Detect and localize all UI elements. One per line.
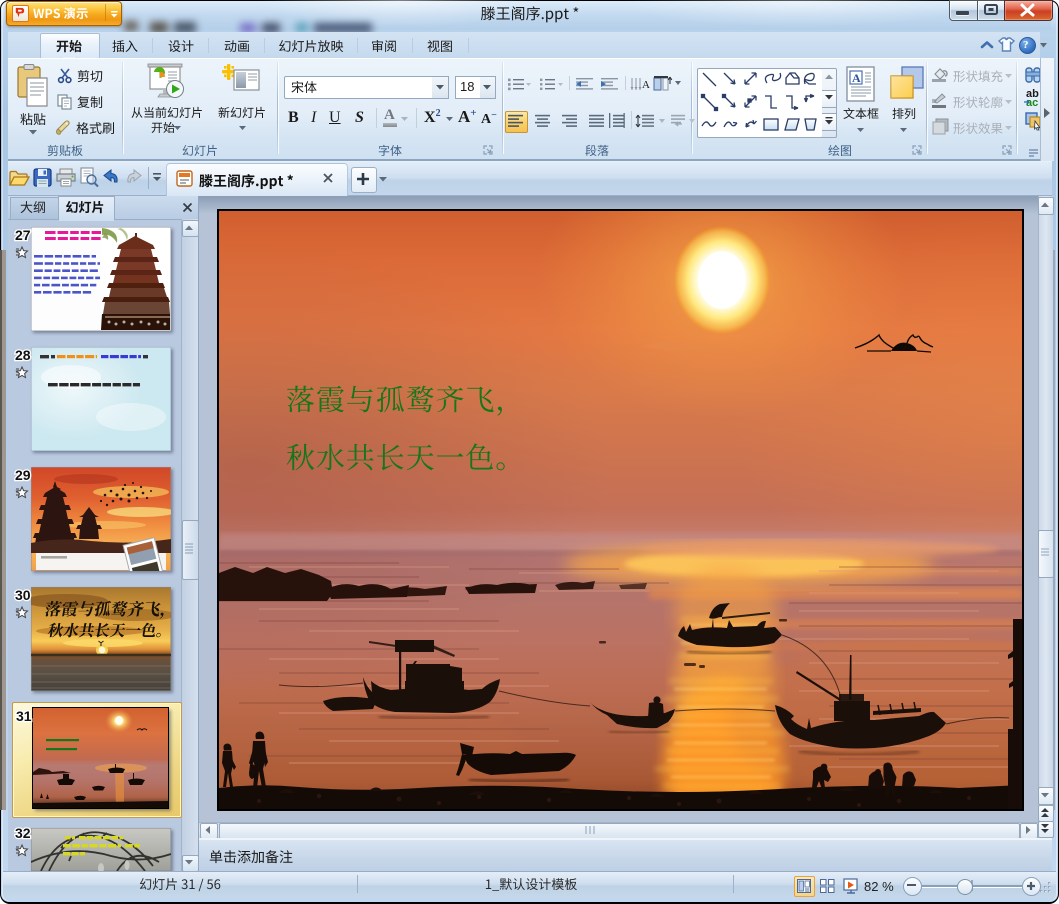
svg-text:29: 29	[15, 467, 31, 483]
svg-text:32: 32	[15, 825, 31, 841]
svg-text:30: 30	[15, 587, 31, 603]
svg-text:31: 31	[16, 708, 32, 724]
svg-text:27: 27	[15, 227, 31, 243]
svg-text:A: A	[852, 71, 861, 85]
svg-text:28: 28	[15, 347, 31, 363]
svg-text:A: A	[642, 79, 650, 91]
